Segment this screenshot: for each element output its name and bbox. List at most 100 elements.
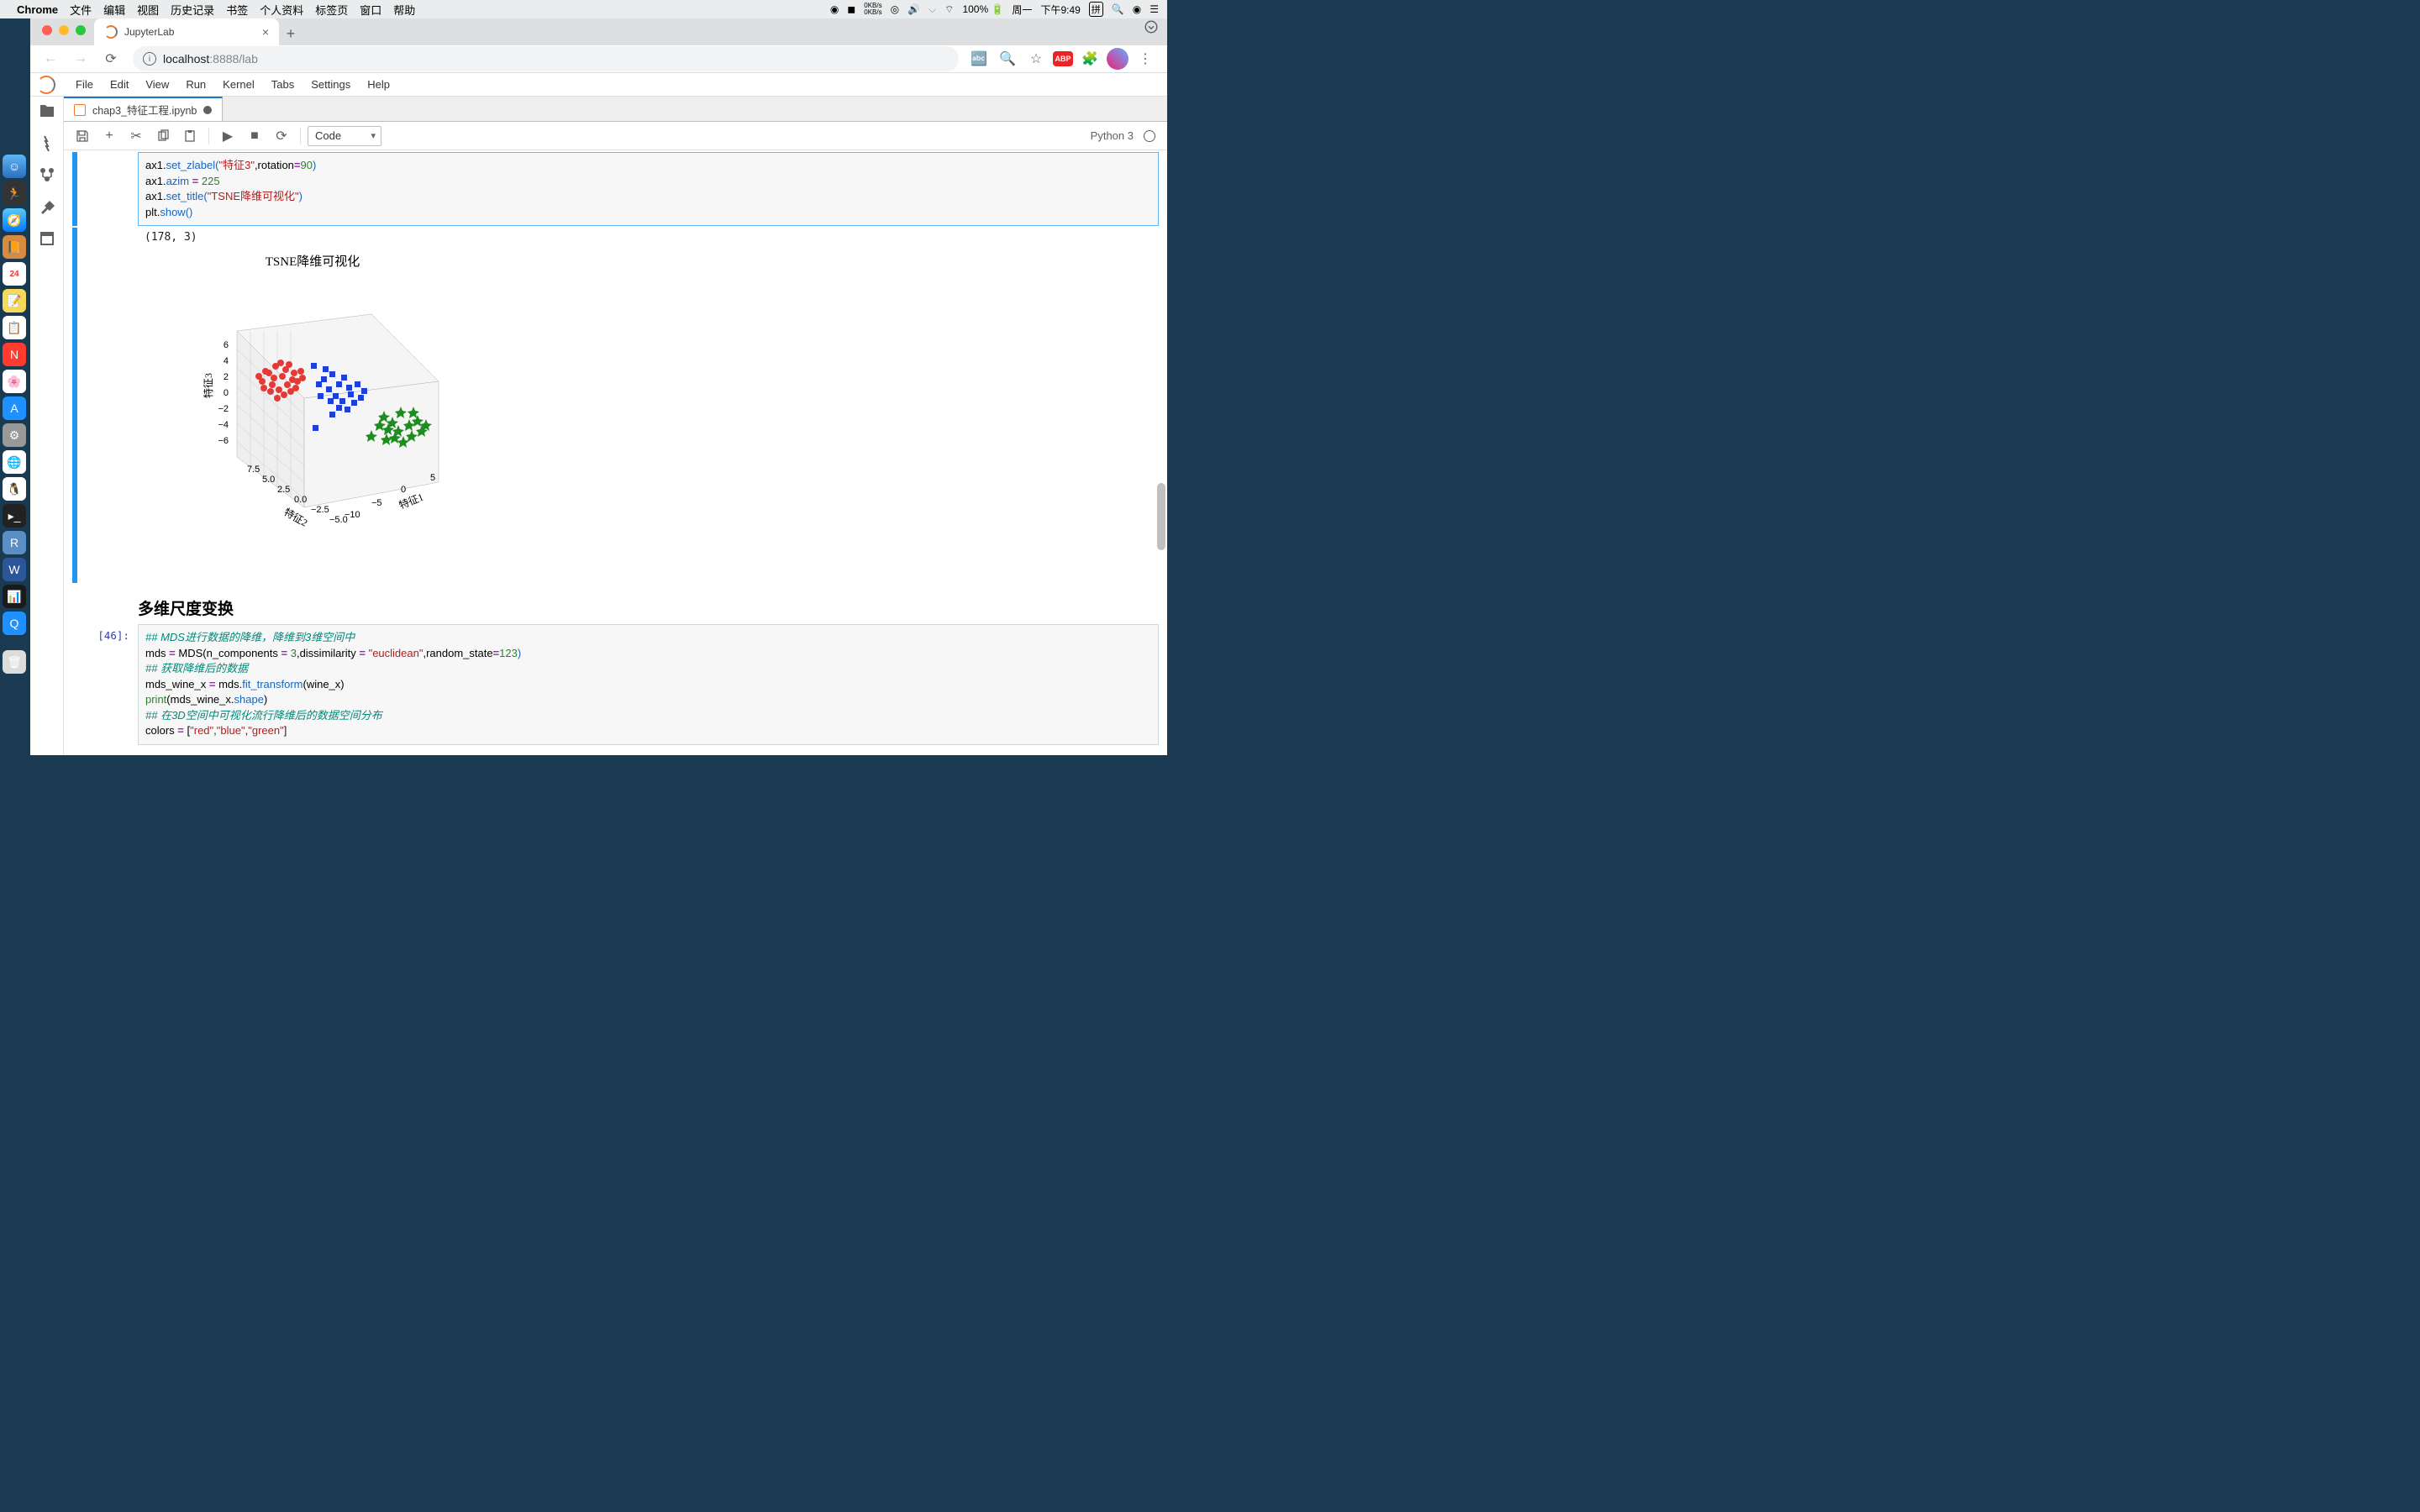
bookmark-star-icon[interactable]: ☆ <box>1024 47 1048 71</box>
nav-forward-button[interactable]: → <box>67 45 94 72</box>
status-time[interactable]: 下午9:49 <box>1040 3 1080 17</box>
status-spotlight-icon[interactable]: 🔍 <box>1112 3 1124 15</box>
nav-reload-button[interactable]: ⟳ <box>97 45 124 72</box>
status-wifi-icon[interactable]: ⌔ <box>944 3 954 16</box>
tab-close-icon[interactable]: × <box>262 25 269 39</box>
jupyter-logo-icon[interactable] <box>37 76 55 94</box>
site-info-icon[interactable]: i <box>143 52 156 66</box>
zoom-icon[interactable]: 🔍 <box>996 47 1019 71</box>
jlab-menu-view[interactable]: View <box>137 78 177 91</box>
jlab-menu-edit[interactable]: Edit <box>102 78 137 91</box>
paste-button[interactable] <box>178 124 202 148</box>
kernel-status-icon[interactable] <box>1144 130 1155 142</box>
dock-books-icon[interactable]: 📙 <box>3 235 26 259</box>
status-bluetooth-icon[interactable]: ⌵ <box>929 3 936 16</box>
dock-reminders-icon[interactable]: 📋 <box>3 316 26 339</box>
active-app-name[interactable]: Chrome <box>17 3 58 16</box>
dock-quicktime-icon[interactable]: Q <box>3 612 26 635</box>
profile-avatar[interactable] <box>1107 48 1128 70</box>
jlab-menu-kernel[interactable]: Kernel <box>214 78 263 91</box>
svg-text:−2: −2 <box>218 404 229 414</box>
menu-help[interactable]: 帮助 <box>393 2 415 18</box>
dock-run-icon[interactable]: 🏃 <box>3 181 26 205</box>
jlab-menu-tabs[interactable]: Tabs <box>263 78 302 91</box>
cell-type-select[interactable]: Code <box>308 126 381 146</box>
notebook-content[interactable]: ax1.set_zlabel("特征3",rotation=90) ax1.az… <box>64 150 1167 755</box>
menu-bookmarks[interactable]: 书签 <box>226 2 248 18</box>
menu-file[interactable]: 文件 <box>70 2 92 18</box>
code-cell[interactable]: [46]: ## MDS进行数据的降维，降维到3维空间中 mds = MDS(n… <box>72 624 1159 745</box>
dock-chrome-icon[interactable]: 🌐 <box>3 450 26 474</box>
status-volume-icon[interactable]: 🔊 <box>908 3 920 15</box>
macos-menubar[interactable]: Chrome 文件 编辑 视图 历史记录 书签 个人资料 标签页 窗口 帮助 ◉… <box>0 0 1167 18</box>
kernel-name[interactable]: Python 3 <box>1091 129 1134 142</box>
jlab-menu-help[interactable]: Help <box>359 78 398 91</box>
jlab-menu-settings[interactable]: Settings <box>302 78 359 91</box>
filebrowser-icon[interactable] <box>38 102 56 120</box>
dock-syspref-icon[interactable]: ⚙ <box>3 423 26 447</box>
window-minimize-button[interactable] <box>59 25 69 35</box>
code-editor[interactable]: ## MDS进行数据的降维，降维到3维空间中 mds = MDS(n_compo… <box>138 624 1159 745</box>
translate-icon[interactable]: 🔤 <box>967 47 991 71</box>
unsaved-indicator-icon <box>203 106 212 114</box>
chrome-window: JupyterLab × + ← → ⟳ i localhost:8888/la… <box>30 18 1167 729</box>
scrollbar-thumb[interactable] <box>1157 483 1165 550</box>
dock-trash-icon[interactable]: 🗑 <box>3 650 26 674</box>
status-siri-icon[interactable]: ◉ <box>1133 3 1141 15</box>
status-notification-icon[interactable]: ☰ <box>1150 3 1159 15</box>
code-cell[interactable]: ax1.set_zlabel("特征3",rotation=90) ax1.az… <box>72 152 1159 226</box>
chrome-menu-icon[interactable]: ⋮ <box>1134 47 1157 71</box>
running-icon[interactable] <box>38 134 56 152</box>
menu-tabs[interactable]: 标签页 <box>315 2 348 18</box>
jlab-menu-run[interactable]: Run <box>177 78 214 91</box>
menu-view[interactable]: 视图 <box>137 2 159 18</box>
extension-manager-icon[interactable] <box>38 197 56 216</box>
new-tab-button[interactable]: + <box>279 22 302 45</box>
dock-calendar-icon[interactable]: 24 <box>3 262 26 286</box>
dock-word-icon[interactable]: W <box>3 558 26 581</box>
status-day[interactable]: 周一 <box>1012 3 1032 17</box>
dock-qq-icon[interactable]: 🐧 <box>3 477 26 501</box>
window-maximize-button[interactable] <box>76 25 86 35</box>
svg-text:6: 6 <box>224 340 229 350</box>
code-editor[interactable]: ax1.set_zlabel("特征3",rotation=90) ax1.az… <box>138 152 1159 226</box>
dock-activity-icon[interactable]: 📊 <box>3 585 26 608</box>
dock-rstudio-icon[interactable]: R <box>3 531 26 554</box>
extensions-icon[interactable]: 🧩 <box>1078 47 1102 71</box>
notebook-scrollbar[interactable] <box>1155 150 1167 755</box>
dock-appstore-icon[interactable]: A <box>3 396 26 420</box>
menu-history[interactable]: 历史记录 <box>171 2 214 18</box>
address-bar[interactable]: i localhost:8888/lab <box>133 46 959 71</box>
window-close-button[interactable] <box>42 25 52 35</box>
menu-window[interactable]: 窗口 <box>360 2 381 18</box>
dock-news-icon[interactable]: N <box>3 343 26 366</box>
tabstrip-dropdown-icon[interactable] <box>1144 19 1159 39</box>
commands-icon[interactable] <box>38 165 56 184</box>
status-cc2-icon[interactable]: ◎ <box>891 3 899 15</box>
status-record-icon[interactable]: ◉ <box>830 3 839 15</box>
menu-edit[interactable]: 编辑 <box>103 2 125 18</box>
jlab-menu-file[interactable]: File <box>67 78 102 91</box>
dock-terminal-icon[interactable]: ▸_ <box>3 504 26 528</box>
copy-button[interactable] <box>151 124 175 148</box>
nav-back-button[interactable]: ← <box>37 45 64 72</box>
restart-button[interactable]: ⟳ <box>270 124 293 148</box>
adblock-extension-icon[interactable]: ABP <box>1053 51 1073 66</box>
browser-tab[interactable]: JupyterLab × <box>94 18 279 45</box>
dock-safari-icon[interactable]: 🧭 <box>3 208 26 232</box>
status-cc-icon[interactable]: ◼ <box>847 3 855 15</box>
status-ime[interactable]: 拼 <box>1089 2 1103 17</box>
notebook-tab[interactable]: chap3_特征工程.ipynb <box>64 97 223 121</box>
tabs-icon[interactable] <box>38 229 56 248</box>
dock-photos-icon[interactable]: 🌸 <box>3 370 26 393</box>
markdown-cell[interactable]: 多维尺度变换 <box>72 585 1159 622</box>
menu-profiles[interactable]: 个人资料 <box>260 2 303 18</box>
run-button[interactable]: ▶ <box>216 124 239 148</box>
dock-finder-icon[interactable]: ☺ <box>3 155 26 178</box>
status-battery[interactable]: 100% 🔋 <box>962 3 1003 15</box>
save-button[interactable] <box>71 124 94 148</box>
insert-cell-button[interactable]: + <box>97 124 121 148</box>
cut-button[interactable]: ✂ <box>124 124 148 148</box>
interrupt-button[interactable]: ■ <box>243 124 266 148</box>
dock-notes-icon[interactable]: 📝 <box>3 289 26 312</box>
